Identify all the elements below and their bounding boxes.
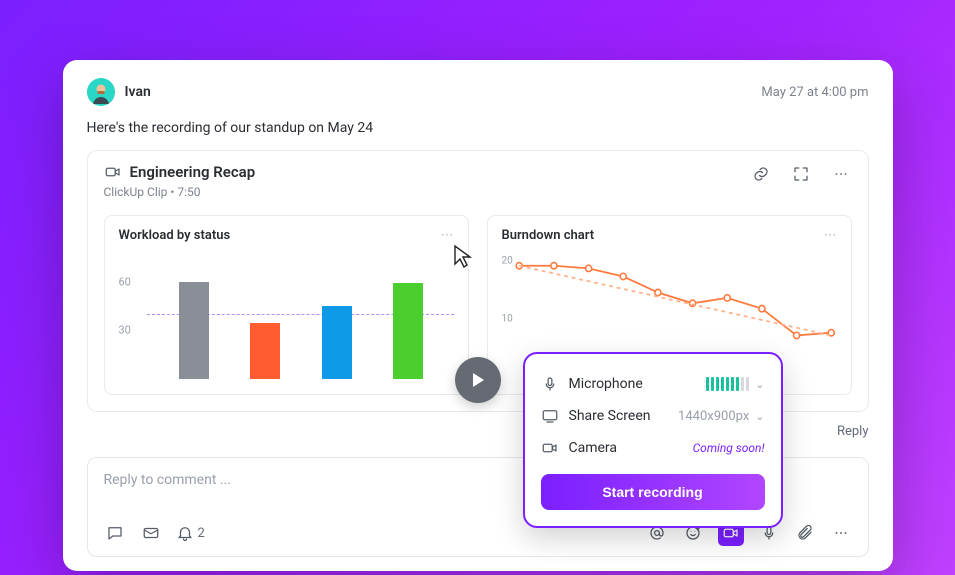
camera-label: Camera [569, 440, 618, 456]
bar [250, 323, 280, 379]
camera-coming-soon: Coming soon! [693, 441, 765, 455]
chevron-down-icon[interactable]: ⌄ [755, 410, 764, 423]
clip-title: Engineering Recap [130, 163, 256, 181]
avatar[interactable] [87, 78, 115, 106]
workload-bars: 60 30 [119, 249, 454, 379]
video-icon [541, 439, 559, 457]
recording-popup: Microphone ⌄ Share Screen 1440x900px ⌄ C… [523, 352, 783, 528]
clip-subtitle: ClickUp Clip • 7:50 [104, 185, 256, 199]
expand-icon[interactable] [790, 163, 812, 185]
bar [393, 283, 423, 379]
chevron-down-icon[interactable]: ⌄ [755, 378, 764, 391]
share-resolution: 1440x900px [678, 409, 749, 424]
mic-row[interactable]: Microphone ⌄ [541, 368, 765, 400]
post-timestamp: May 27 at 4:00 pm [761, 85, 868, 100]
audio-level-icon [706, 377, 749, 391]
camera-row: Camera Coming soon! [541, 432, 765, 464]
workload-chart-title: Workload by status [119, 228, 231, 243]
bell-icon[interactable]: 2 [176, 522, 205, 544]
chart-more-icon[interactable]: ⋯ [441, 228, 454, 243]
screen-icon [541, 407, 559, 425]
more-icon[interactable] [830, 163, 852, 185]
bar [322, 306, 352, 379]
composer-more-icon[interactable] [830, 522, 852, 544]
bar [179, 282, 209, 380]
chat-icon[interactable] [104, 522, 126, 544]
burndown-chart-title: Burndown chart [502, 228, 595, 243]
attachment-icon[interactable] [794, 522, 816, 544]
ytick: 60 [119, 275, 131, 288]
workload-chart-card: Workload by status ⋯ 60 30 [104, 215, 469, 395]
video-icon [104, 163, 122, 181]
play-button[interactable] [455, 357, 501, 403]
share-row[interactable]: Share Screen 1440x900px ⌄ [541, 400, 765, 432]
link-icon[interactable] [750, 163, 772, 185]
post-author-block: Ivan [87, 78, 151, 106]
notification-count: 2 [198, 526, 205, 541]
post-message: Here's the recording of our standup on M… [87, 120, 869, 136]
reply-button[interactable]: Reply [837, 424, 869, 439]
author-name: Ivan [125, 84, 151, 100]
ytick: 30 [119, 324, 131, 337]
post-header: Ivan May 27 at 4:00 pm [87, 78, 869, 106]
microphone-icon [541, 375, 559, 393]
start-recording-button[interactable]: Start recording [541, 474, 765, 510]
mail-icon[interactable] [140, 522, 162, 544]
comment-card: Ivan May 27 at 4:00 pm Here's the record… [63, 60, 893, 571]
share-label: Share Screen [569, 408, 651, 424]
mic-label: Microphone [569, 376, 643, 392]
chart-more-icon[interactable]: ⋯ [824, 228, 837, 243]
